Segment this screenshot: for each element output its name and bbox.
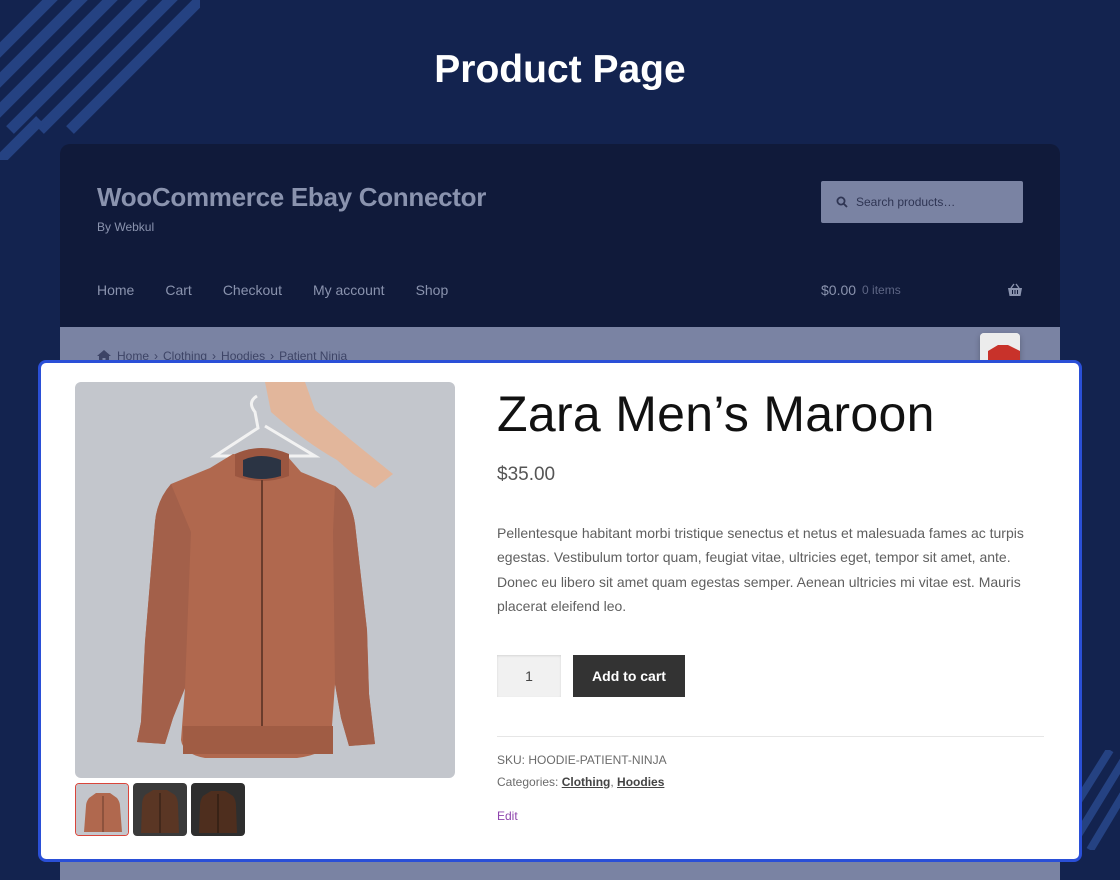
search-icon	[836, 196, 848, 208]
divider	[497, 736, 1044, 737]
sku-label: SKU:	[497, 753, 526, 767]
category-link-clothing[interactable]: Clothing	[562, 775, 611, 789]
edit-product-link[interactable]: Edit	[497, 809, 518, 823]
product-card: Zara Men’s Maroon $35.00 Pellentesque ha…	[38, 360, 1082, 862]
nav-shop[interactable]: Shop	[416, 282, 449, 298]
product-main-image[interactable]	[75, 382, 455, 778]
product-description: Pellentesque habitant morbi tristique se…	[497, 525, 1024, 614]
jacket-thumbnail-image	[76, 784, 128, 835]
nav-home[interactable]: Home	[97, 282, 134, 298]
nav-cart[interactable]: Cart	[165, 282, 191, 298]
jacket-dark-thumbnail-image	[191, 783, 245, 836]
search-box[interactable]	[821, 181, 1023, 223]
category-link-hoodies[interactable]: Hoodies	[617, 775, 664, 789]
sku-value: HOODIE-PATIENT-NINJA	[528, 753, 667, 767]
gallery-thumbnail[interactable]	[133, 783, 187, 836]
primary-nav: Home Cart Checkout My account Shop	[97, 282, 479, 298]
site-title[interactable]: WooCommerce Ebay Connector	[97, 182, 486, 213]
product-categories: Categories: Clothing, Hoodies	[497, 775, 665, 789]
add-to-cart-button[interactable]: Add to cart	[573, 655, 685, 697]
basket-icon[interactable]	[1007, 283, 1023, 297]
product-price: $35.00	[497, 464, 556, 485]
gallery-thumbnail[interactable]	[191, 783, 245, 836]
categories-label: Categories:	[497, 775, 559, 789]
nav-checkout[interactable]: Checkout	[223, 282, 282, 298]
page-title: Product Page	[434, 48, 686, 91]
quantity-input[interactable]	[497, 655, 561, 697]
gallery-thumbnail[interactable]	[75, 783, 129, 836]
site-tagline: By Webkul	[97, 220, 155, 234]
cart-amount[interactable]: $0.00	[821, 282, 856, 298]
store-header: WooCommerce Ebay Connector By Webkul Hom…	[60, 144, 1060, 327]
search-input[interactable]	[856, 195, 1006, 209]
product-sku: SKU: HOODIE-PATIENT-NINJA	[497, 753, 667, 767]
cart-count: 0 items	[862, 283, 901, 297]
jacket-dark-thumbnail-image	[133, 783, 187, 836]
product-title: Zara Men’s Maroon	[497, 386, 935, 442]
nav-my-account[interactable]: My account	[313, 282, 385, 298]
product-gallery-thumbnails	[75, 783, 245, 836]
jacket-image	[75, 382, 455, 778]
header-cart[interactable]: $0.00 0 items	[821, 282, 1023, 298]
